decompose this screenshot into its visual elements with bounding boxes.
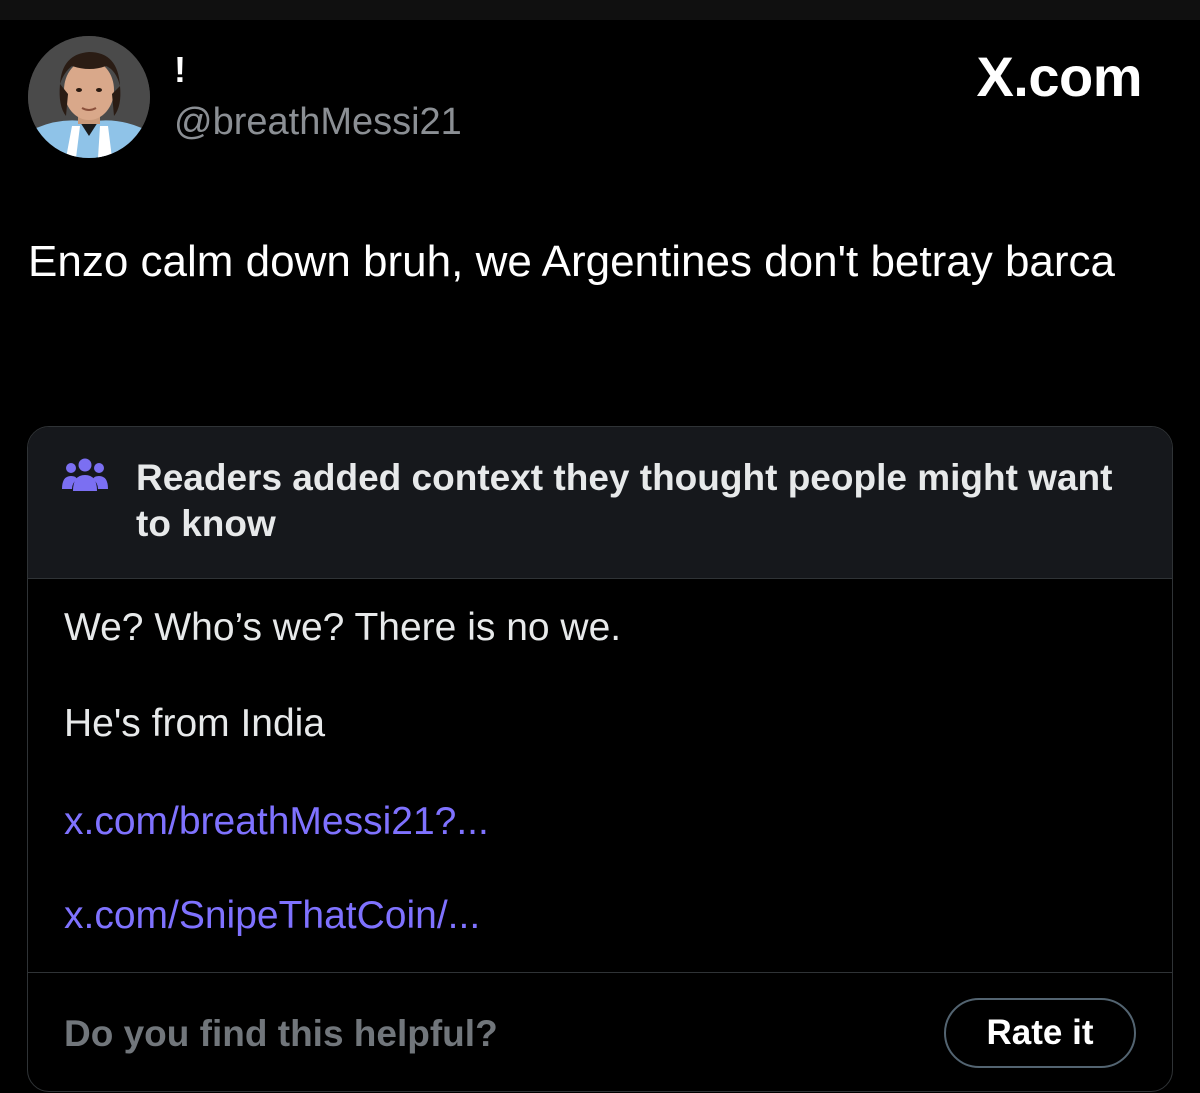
helpful-question: Do you find this helpful? [64, 1013, 498, 1054]
brand-logo: X.com [976, 45, 1142, 108]
user-handle[interactable]: @breathMessi21 [174, 100, 462, 144]
community-note-footer: Do you find this helpful? Rate it [28, 972, 1172, 1091]
community-note: Readers added context they thought peopl… [27, 426, 1173, 1092]
note-source-link[interactable]: x.com/SnipeThatCoin/... [64, 893, 480, 939]
community-note-title: Readers added context they thought peopl… [136, 457, 1113, 544]
tweet-text: Enzo calm down bruh, we Argentines don't… [28, 237, 1116, 286]
top-bar [0, 0, 1200, 20]
note-line: We? Who’s we? There is no we. [64, 606, 622, 649]
avatar[interactable] [28, 36, 150, 158]
note-source-link[interactable]: x.com/breathMessi21?... [64, 799, 489, 845]
people-icon [62, 458, 108, 491]
display-name[interactable]: ! [174, 50, 186, 90]
note-line: He's from India [64, 702, 326, 745]
rate-it-button[interactable]: Rate it [944, 998, 1136, 1068]
community-note-header: Readers added context they thought peopl… [28, 427, 1172, 579]
